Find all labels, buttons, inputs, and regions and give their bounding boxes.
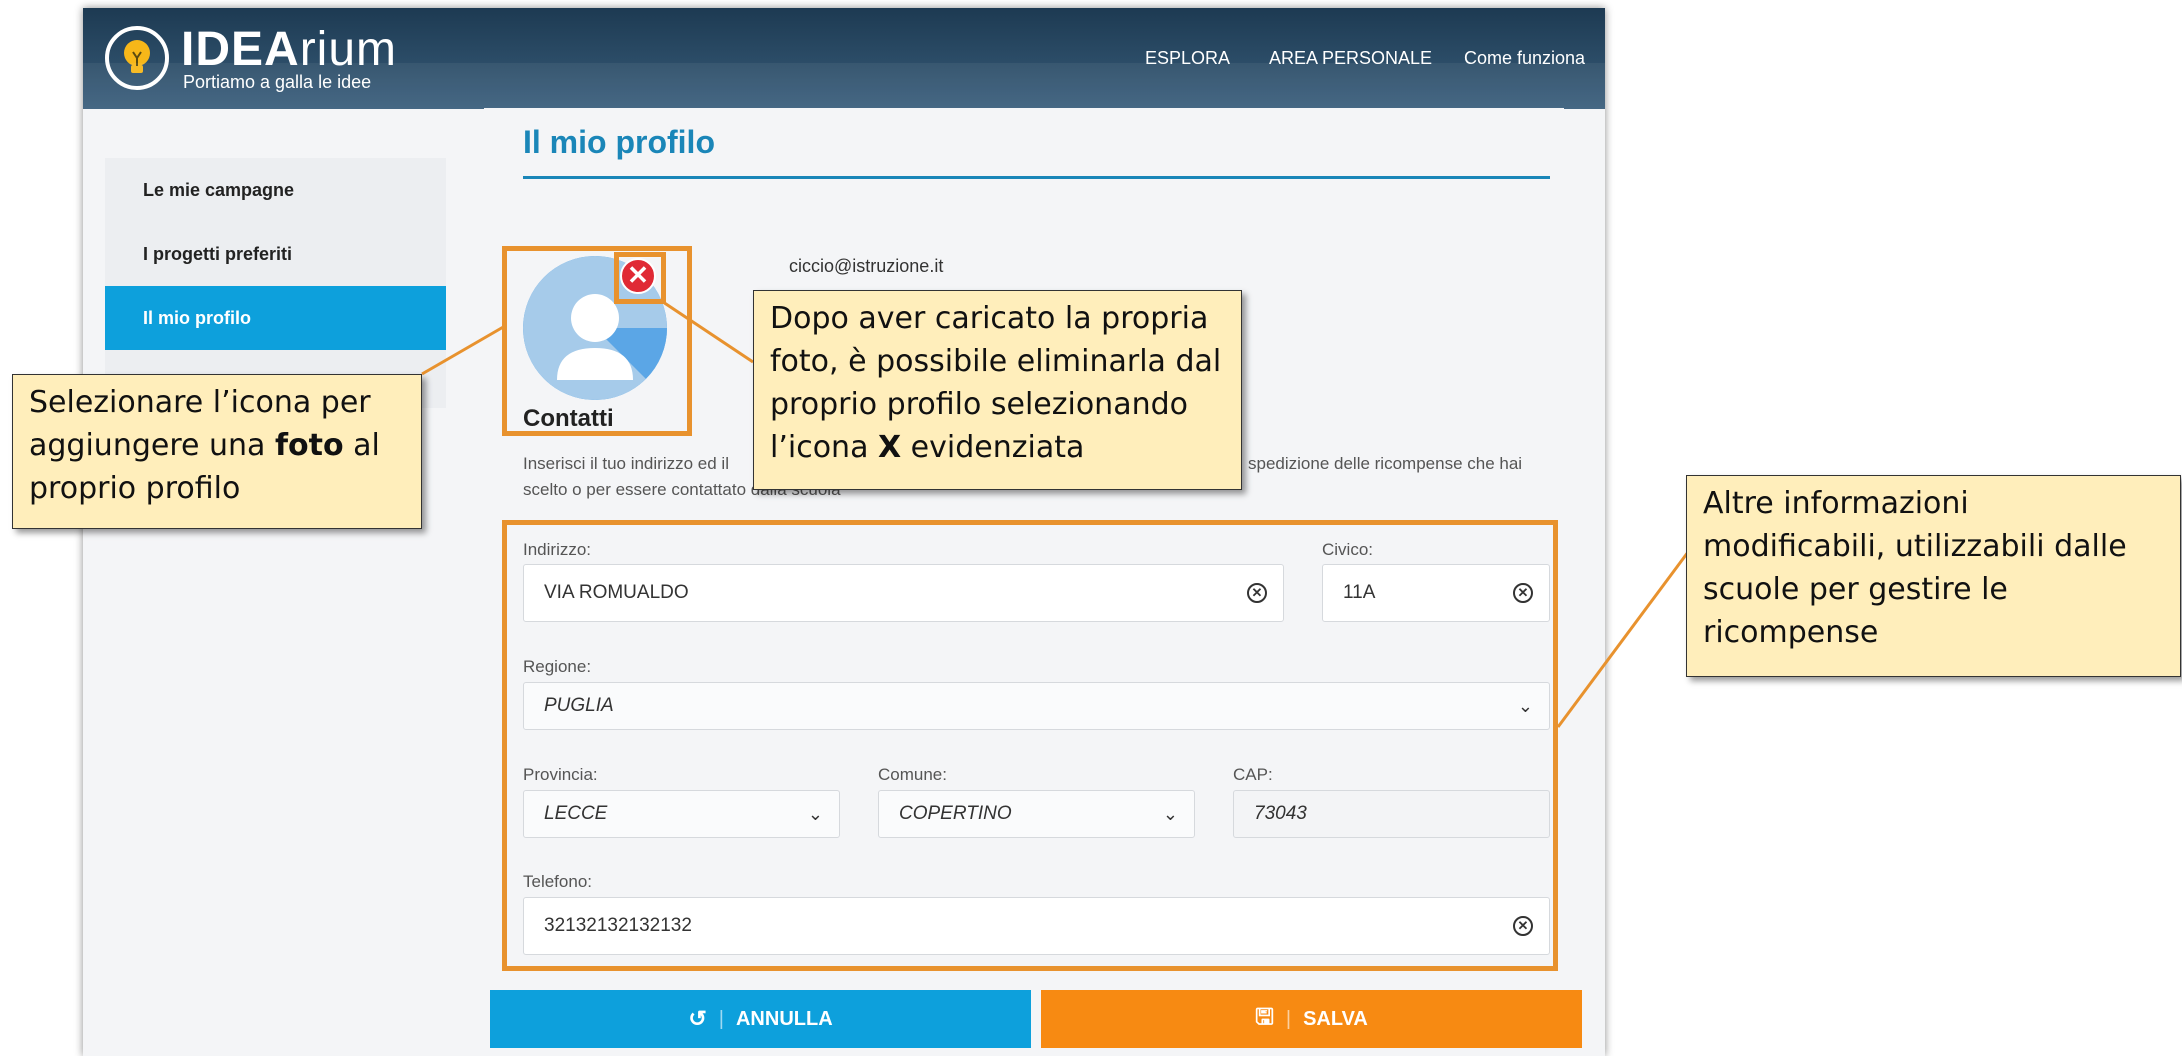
brand-logo[interactable]: IDEArium (181, 24, 397, 76)
regione-label: Regione: (523, 657, 592, 676)
provincia-label: Provincia: (523, 765, 598, 784)
civico-field[interactable]: 11A ✕ (1322, 564, 1550, 622)
callout-other-line3: scuole per gestire le (1703, 572, 2008, 607)
provincia-value: LECCE (544, 803, 608, 824)
callout-delete-line3: proprio profilo selezionando (770, 387, 1188, 422)
provincia-select[interactable]: LECCE ⌄ (523, 790, 840, 838)
clear-civico-icon[interactable]: ✕ (1513, 583, 1533, 603)
callout-other-line1: Altre informazioni (1703, 486, 1969, 521)
chevron-down-icon: ⌄ (1162, 803, 1178, 824)
nav-esplora[interactable]: ESPLORA (1145, 8, 1230, 109)
button-separator: | (718, 1007, 724, 1030)
delete-photo-icon[interactable]: ✕ (620, 258, 656, 294)
save-icon: 🖫 (1255, 1004, 1274, 1029)
cap-label: CAP: (1233, 765, 1273, 784)
title-divider (523, 176, 1550, 179)
user-email: ciccio@istruzione.it (789, 256, 944, 276)
callout-add-photo-line2: aggiungere una foto al (29, 428, 380, 463)
contacts-intro-end: spedizione delle ricompense che hai (1248, 454, 1523, 473)
cap-field: 73043 (1233, 790, 1550, 838)
callout-delete-line1: Dopo aver caricato la propria (770, 301, 1209, 336)
indirizzo-label: Indirizzo: (523, 540, 592, 559)
clear-indirizzo-icon[interactable]: ✕ (1247, 583, 1267, 603)
annulla-label: ANNULLA (735, 1007, 833, 1030)
callout-other-line2: modificabili, utilizzabili dalle (1703, 529, 2127, 564)
nav-area-personale[interactable]: AREA PERSONALE (1269, 8, 1432, 109)
callout-add-photo: Selezionare l’icona per aggiungere una f… (12, 374, 422, 529)
salva-label: SALVA (1303, 1007, 1368, 1030)
clear-telefono-icon[interactable]: ✕ (1513, 916, 1533, 936)
page-title: Il mio profilo (523, 124, 715, 160)
button-separator: | (1285, 1007, 1292, 1030)
comune-value: COPERTINO (899, 803, 1012, 824)
chevron-down-icon: ⌄ (807, 803, 823, 824)
telefono-value: 32132132132132 (544, 915, 692, 936)
callout-other-line4: ricompense (1703, 615, 1879, 650)
top-header: IDEArium Portiamo a galla le idee ESPLOR… (83, 8, 1605, 109)
callout-other-info: Altre informazioni modificabili, utilizz… (1686, 475, 2181, 677)
salva-button[interactable]: 🖫 | SALVA (1041, 990, 1582, 1048)
nav-come-funziona[interactable]: Come funziona (1464, 8, 1585, 109)
callout-add-photo-line1: Selezionare l’icona per (29, 385, 371, 420)
contacts-heading: Contatti (523, 405, 614, 432)
sidebar-item-le-mie-campagne[interactable]: Le mie campagne (105, 158, 446, 222)
indirizzo-value: VIA ROMUALDO (544, 582, 689, 603)
indirizzo-field[interactable]: VIA ROMUALDO ✕ (523, 564, 1284, 622)
sidebar: Le mie campagne I progetti preferiti Il … (105, 158, 446, 408)
tagline: Portiamo a galla le idee (183, 72, 372, 92)
civico-value: 11A (1343, 582, 1376, 603)
comune-select[interactable]: COPERTINO ⌄ (878, 790, 1195, 838)
chevron-down-icon: ⌄ (1517, 695, 1533, 716)
sidebar-item-mio-profilo[interactable]: Il mio profilo (105, 286, 446, 350)
regione-value: PUGLIA (544, 695, 614, 716)
callout-delete-line2: foto, è possibile eliminarla dal (770, 344, 1222, 379)
telefono-field[interactable]: 32132132132132 ✕ (523, 897, 1550, 955)
annulla-button[interactable]: ↺ | ANNULLA (490, 990, 1031, 1048)
comune-label: Comune: (878, 765, 947, 784)
contacts-intro-start: Inserisci il tuo indirizzo ed il (523, 454, 729, 473)
callout-add-photo-line3: proprio profilo (29, 471, 241, 506)
sidebar-item-progetti-preferiti[interactable]: I progetti preferiti (105, 222, 446, 286)
telefono-label: Telefono: (523, 872, 592, 891)
callout-delete-photo: Dopo aver caricato la propria foto, è po… (753, 290, 1242, 490)
main-content (484, 108, 1564, 978)
civico-label: Civico: (1322, 540, 1374, 559)
cap-value: 73043 (1254, 803, 1307, 824)
lightbulb-logo-icon (124, 40, 150, 73)
undo-icon: ↺ (688, 1006, 707, 1031)
regione-select[interactable]: PUGLIA ⌄ (523, 682, 1550, 730)
callout-delete-line4: l’icona X evidenziata (770, 430, 1085, 465)
